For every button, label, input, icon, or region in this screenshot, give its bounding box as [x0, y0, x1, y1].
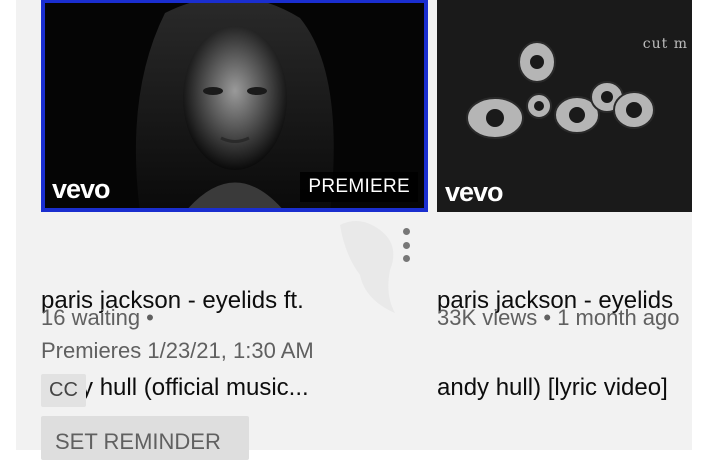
video-thumbnail-1[interactable]: vevo PREMIERE: [41, 0, 428, 212]
vevo-logo: vevo: [445, 177, 504, 207]
title-line-2: andy hull) [lyric video]: [437, 374, 668, 401]
overlay-text: cut m: [642, 36, 688, 52]
premiere-badge: PREMIERE: [300, 172, 418, 202]
title-line-2: andy hull (official music...: [41, 374, 309, 401]
cc-badge: CC: [41, 374, 86, 407]
video-thumbnail-2[interactable]: cut m vevo: [437, 0, 692, 212]
set-reminder-button[interactable]: SET REMINDER: [41, 416, 249, 460]
waiting-count: 16 waiting •: [41, 305, 154, 330]
more-vert-icon[interactable]: [400, 228, 412, 262]
premiere-time: Premieres 1/23/21, 1:30 AM: [41, 338, 314, 363]
vevo-logo: vevo: [52, 174, 111, 204]
video-stats: 33K views • 1 month ago: [437, 305, 680, 330]
